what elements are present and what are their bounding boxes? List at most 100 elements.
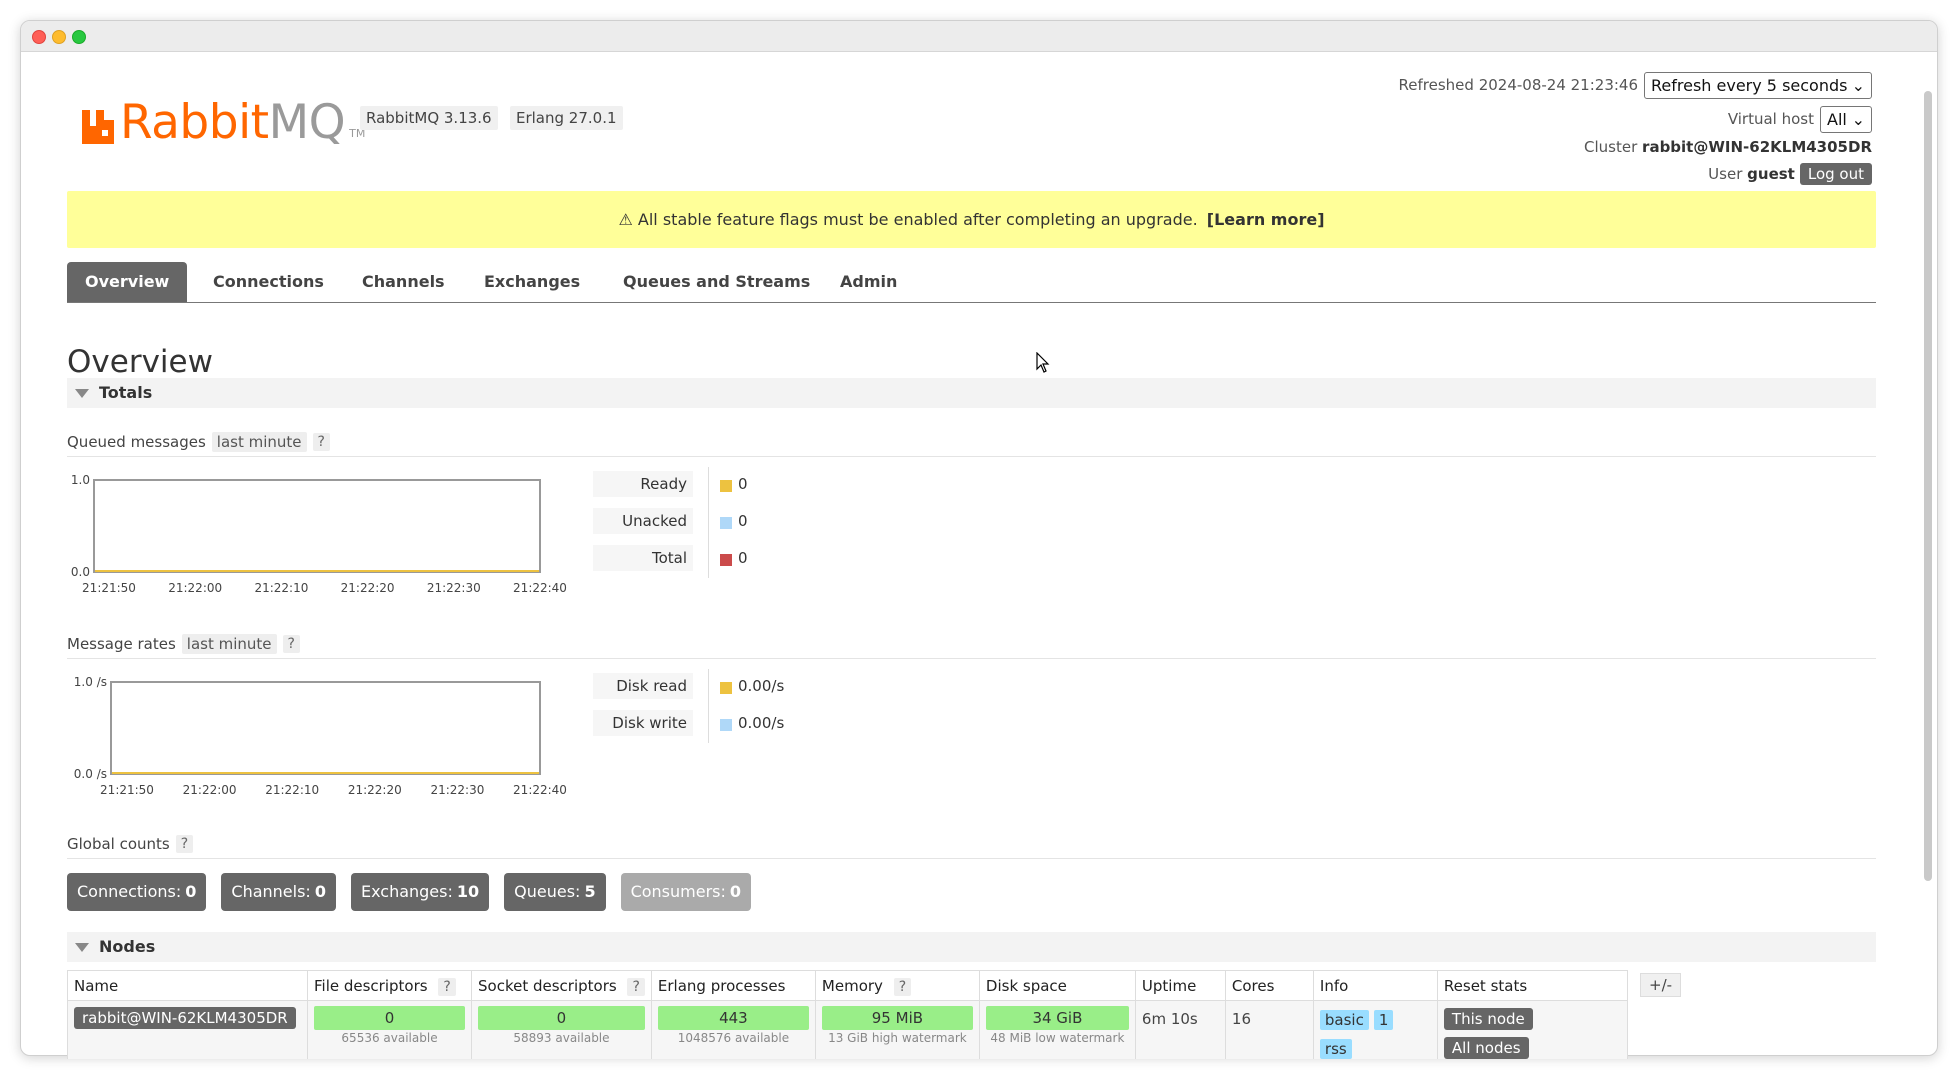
plot-area bbox=[110, 681, 541, 775]
legend-row-unacked: Unacked 0 bbox=[593, 504, 893, 541]
column-header-socket-descriptors: Socket descriptors ? bbox=[471, 970, 652, 1001]
info-tag-rss: rss bbox=[1319, 1039, 1352, 1059]
sd-help-button[interactable]: ? bbox=[627, 977, 645, 996]
reset-this-node-button[interactable]: This node bbox=[1443, 1008, 1533, 1030]
x-tick-label: 21:21:50 bbox=[82, 581, 136, 595]
channels-count-button[interactable]: Channels: 0 bbox=[221, 873, 336, 911]
count-label: Connections: bbox=[77, 882, 182, 901]
exchanges-count-button[interactable]: Exchanges: 10 bbox=[350, 873, 490, 911]
legend-label: Total bbox=[593, 545, 693, 571]
legend-label: Unacked bbox=[593, 508, 693, 534]
column-header-disk-space: Disk space bbox=[978, 970, 1136, 1001]
learn-more-link[interactable]: [Learn more] bbox=[1207, 210, 1325, 229]
message-rates-legend: Disk read 0.00/s Disk write 0.00/s bbox=[593, 669, 893, 743]
tab-exchanges[interactable]: Exchanges bbox=[466, 262, 598, 302]
y-tick-label: 1.0 /s bbox=[74, 675, 107, 689]
y-tick-label: 0.0 /s bbox=[74, 767, 107, 781]
page-title: Overview bbox=[67, 344, 213, 380]
nodes-table: Name File descriptors ? Socket descripto… bbox=[67, 970, 1628, 1059]
page-content: Rabbit MQ TM RabbitMQ 3.13.6 Erlang 27.0.1… bbox=[0, 0, 1952, 1059]
file-descriptors-available: 65536 available bbox=[341, 1031, 438, 1045]
x-tick-label: 21:21:50 bbox=[100, 783, 154, 797]
refresh-interval-value: Refresh every 5 seconds bbox=[1651, 75, 1848, 95]
erlang-version: Erlang 27.0.1 bbox=[510, 106, 623, 130]
count-value: 0 bbox=[729, 882, 742, 901]
totals-section-toggle[interactable]: Totals bbox=[67, 378, 1876, 408]
nodes-title: Nodes bbox=[99, 937, 156, 956]
column-header-erlang-processes: Erlang processes bbox=[650, 970, 816, 1001]
count-value: 0 bbox=[314, 882, 326, 901]
legend-value: 0.00/s bbox=[738, 714, 785, 732]
connections-count-button[interactable]: Connections: 0 bbox=[67, 873, 207, 911]
queued-messages-header: Queued messages last minute ? bbox=[67, 427, 1876, 457]
legend-swatch bbox=[720, 554, 732, 566]
queued-messages-legend: Ready 0 Unacked 0 Total 0 bbox=[593, 467, 893, 578]
disk-space-bar: 34 GiB bbox=[985, 1006, 1129, 1030]
x-tick-label: 21:22:00 bbox=[183, 783, 237, 797]
rates-help-button[interactable]: ? bbox=[282, 634, 300, 653]
count-value: 5 bbox=[584, 882, 596, 901]
plot-area bbox=[93, 479, 541, 573]
refreshed-label: Refreshed bbox=[1398, 76, 1474, 94]
legend-label: Disk read bbox=[593, 673, 693, 699]
queued-help-button[interactable]: ? bbox=[312, 432, 330, 451]
rabbitmq-logo-icon bbox=[82, 110, 114, 144]
queues-count-button[interactable]: Queues: 5 bbox=[504, 873, 606, 911]
tab-queues-and-streams[interactable]: Queues and Streams bbox=[605, 262, 828, 302]
legend-swatch bbox=[720, 682, 732, 694]
column-header-uptime: Uptime bbox=[1134, 970, 1226, 1001]
memory-help-button[interactable]: ? bbox=[893, 977, 912, 996]
logo-text-rabbit: Rabbit bbox=[120, 95, 269, 150]
disk-space-watermark: 48 MiB low watermark bbox=[990, 1031, 1125, 1045]
legend-swatch bbox=[720, 480, 732, 492]
column-header-name: Name bbox=[67, 970, 308, 1001]
refresh-interval-select[interactable]: Refresh every 5 seconds ⌄ bbox=[1644, 71, 1872, 99]
vhost-select[interactable]: All ⌄ bbox=[1820, 105, 1872, 133]
user-label: User bbox=[1708, 165, 1743, 183]
legend-swatch bbox=[720, 517, 732, 529]
fd-help-button[interactable]: ? bbox=[438, 977, 456, 996]
node-name-link[interactable]: rabbit@WIN-62KLM4305DR bbox=[74, 1007, 296, 1029]
user-name: guest bbox=[1747, 165, 1795, 183]
legend-row-total: Total 0 bbox=[593, 541, 893, 578]
message-rates-header: Message rates last minute ? bbox=[67, 629, 1876, 659]
global-counts: Connections: 0 Channels: 0 Exchanges: 10 Qu… bbox=[67, 873, 766, 911]
consumers-count-button[interactable]: Consumers: 0 bbox=[620, 873, 752, 911]
y-tick-label: 0.0 bbox=[71, 565, 90, 579]
column-header-cores: Cores bbox=[1224, 970, 1314, 1001]
column-header-info: Info bbox=[1312, 970, 1438, 1001]
rabbitmq-version: RabbitMQ 3.13.6 bbox=[360, 106, 498, 130]
reset-all-nodes-button[interactable]: All nodes bbox=[1443, 1037, 1529, 1059]
logout-button[interactable]: Log out bbox=[1799, 163, 1872, 185]
vhost-label: Virtual host bbox=[1727, 110, 1814, 128]
legend-value: 0.00/s bbox=[738, 677, 785, 695]
column-header-reset-stats: Reset stats bbox=[1436, 970, 1628, 1001]
rates-range-selector[interactable]: last minute bbox=[181, 633, 277, 654]
tab-admin[interactable]: Admin bbox=[822, 262, 915, 302]
column-header-label: Memory bbox=[821, 976, 883, 995]
legend-label: Disk write bbox=[593, 710, 693, 736]
count-label: Exchanges: bbox=[360, 882, 453, 901]
x-tick-label: 21:22:20 bbox=[348, 783, 402, 797]
legend-value: 0 bbox=[738, 475, 748, 493]
memory-watermark: 13 GiB high watermark bbox=[828, 1031, 967, 1045]
tab-channels[interactable]: Channels bbox=[344, 262, 463, 302]
queued-range-selector[interactable]: last minute bbox=[211, 431, 307, 452]
message-rates-title: Message rates bbox=[67, 634, 176, 653]
erlang-processes-bar: 443 bbox=[657, 1006, 809, 1030]
banner-text: All stable feature flags must be enabled… bbox=[637, 210, 1198, 229]
nodes-section-toggle[interactable]: Nodes bbox=[67, 932, 1876, 962]
legend-swatch bbox=[720, 719, 732, 731]
global-counts-header: Global counts ? bbox=[67, 829, 1876, 859]
y-tick-label: 1.0 bbox=[71, 473, 90, 487]
legend-label: Ready bbox=[593, 471, 693, 497]
tab-connections[interactable]: Connections bbox=[195, 262, 342, 302]
rabbitmq-logo[interactable]: Rabbit MQ TM bbox=[80, 86, 365, 146]
tab-overview[interactable]: Overview bbox=[67, 262, 188, 302]
global-counts-help-button[interactable]: ? bbox=[175, 834, 194, 853]
toggle-columns-button[interactable]: +/- bbox=[1640, 973, 1682, 997]
refreshed-time: 2024-08-24 21:23:46 bbox=[1478, 76, 1638, 94]
main-tabs: Overview Connections Channels Exchanges … bbox=[67, 262, 1876, 303]
x-tick-label: 21:22:20 bbox=[341, 581, 395, 595]
uptime-value: 6m 10s bbox=[1134, 1000, 1226, 1059]
